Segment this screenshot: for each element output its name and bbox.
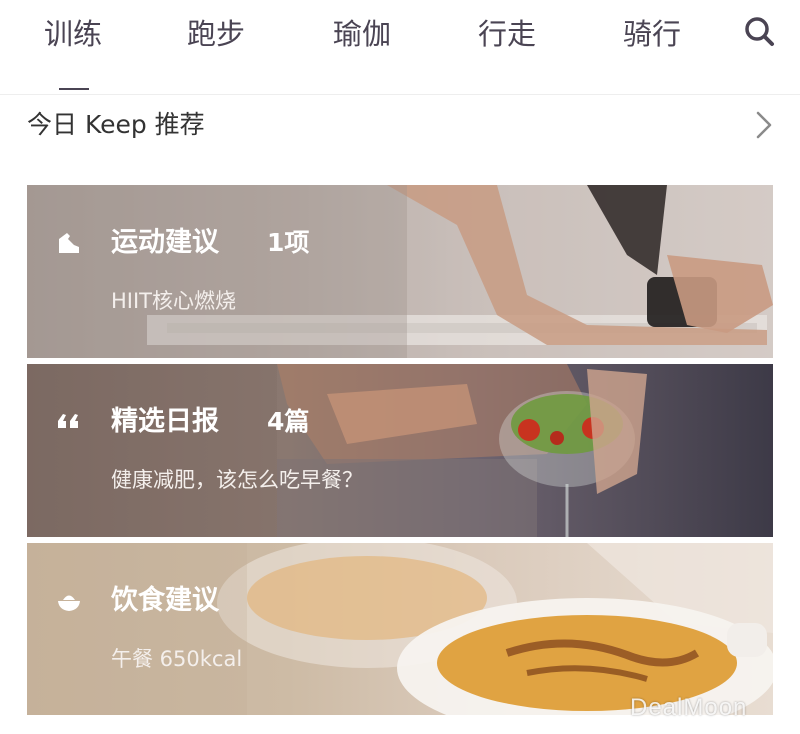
today-recommend-header[interactable]: 今日 Keep 推荐: [0, 95, 800, 157]
card-title: 饮食建议: [111, 585, 219, 616]
chevron-right-icon[interactable]: [752, 110, 776, 140]
tab-walking[interactable]: 行走: [462, 12, 552, 56]
tab-running[interactable]: 跑步: [171, 12, 261, 56]
search-icon[interactable]: [740, 12, 780, 52]
section-title: 今日 Keep 推荐: [27, 110, 205, 139]
tab-cycling[interactable]: 骑行: [607, 12, 697, 56]
top-tab-bar: 训练 跑步 瑜伽 行走 骑行: [0, 0, 800, 95]
card-count: 1项: [267, 228, 310, 257]
tab-yoga[interactable]: 瑜伽: [317, 12, 407, 56]
card-photo-plank: [27, 185, 773, 358]
card-title: 运动建议: [111, 227, 219, 258]
card-daily-report[interactable]: 精选日报 4篇 健康减肥，该怎么吃早餐？: [27, 364, 773, 537]
card-photo-porridge: [27, 543, 773, 715]
card-photo-salad: [27, 364, 647, 537]
card-count: 4篇: [267, 407, 310, 436]
card-subtitle: 健康减肥，该怎么吃早餐？: [111, 468, 363, 492]
card-title: 精选日报: [111, 406, 219, 437]
active-tab-indicator: [59, 88, 89, 90]
quote-icon: [58, 414, 78, 428]
card-exercise-advice[interactable]: 运动建议 1项 HIIT核心燃烧: [27, 185, 773, 358]
bowl-icon: [58, 595, 80, 611]
shoe-icon: [59, 233, 79, 253]
watermark-logo: DealMoon: [630, 694, 748, 721]
card-subtitle: HIIT核心燃烧: [111, 289, 237, 313]
card-subtitle: 午餐 650kcal: [111, 647, 243, 671]
card-diet-advice[interactable]: 饮食建议 午餐 650kcal: [27, 543, 773, 715]
tab-training[interactable]: 训练: [28, 12, 118, 56]
